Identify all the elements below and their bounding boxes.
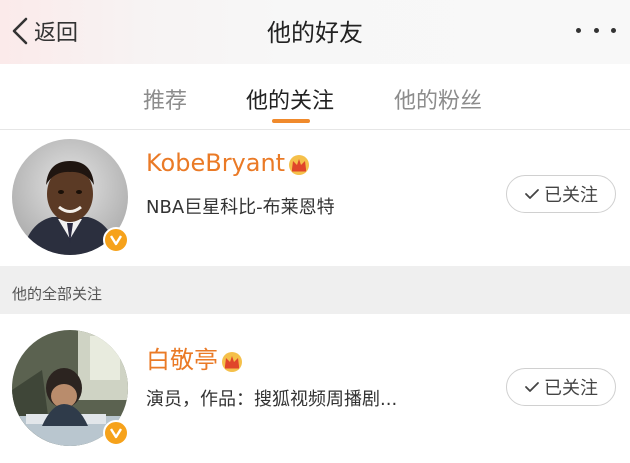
username[interactable]: 白敬亭 [146,340,244,375]
tab-recommended[interactable]: 推荐 [143,83,187,115]
checkmark-icon [525,382,539,392]
section-header: 他的全部关注 [0,266,630,314]
top-navigation-bar: 返回 他的好友 [0,0,630,64]
section-title: 他的全部关注 [12,285,103,303]
page-title: 他的好友 [267,19,363,47]
featured-user-row[interactable]: KobeBryant NBA巨星科比-布莱恩特 已关注 [0,131,630,266]
follow-state-label: 已关注 [544,378,598,399]
more-options-icon[interactable] [576,18,616,42]
username-text: 白敬亭 [146,346,218,374]
user-description: 演员，作品：搜狐视频周播剧... [146,389,398,410]
followed-button[interactable]: 已关注 [506,368,616,406]
active-tab-indicator [272,119,310,123]
tab-following[interactable]: 他的关注 [246,83,334,115]
crown-icon [287,153,311,175]
username[interactable]: KobeBryant [146,149,311,177]
tab-bar: 推荐 他的关注 他的粉丝 [0,64,630,130]
followed-button[interactable]: 已关注 [506,175,616,213]
list-item[interactable]: 白敬亭 演员，作品：搜狐视频周播剧... 已关注 [0,314,630,463]
crown-icon [220,350,244,372]
username-text: KobeBryant [146,149,286,177]
tab-fans[interactable]: 他的粉丝 [394,83,482,115]
verified-badge-icon [103,420,129,446]
follow-state-label: 已关注 [544,185,598,206]
checkmark-icon [525,189,539,199]
verified-badge-icon [103,227,129,253]
user-description: NBA巨星科比-布莱恩特 [146,197,335,218]
